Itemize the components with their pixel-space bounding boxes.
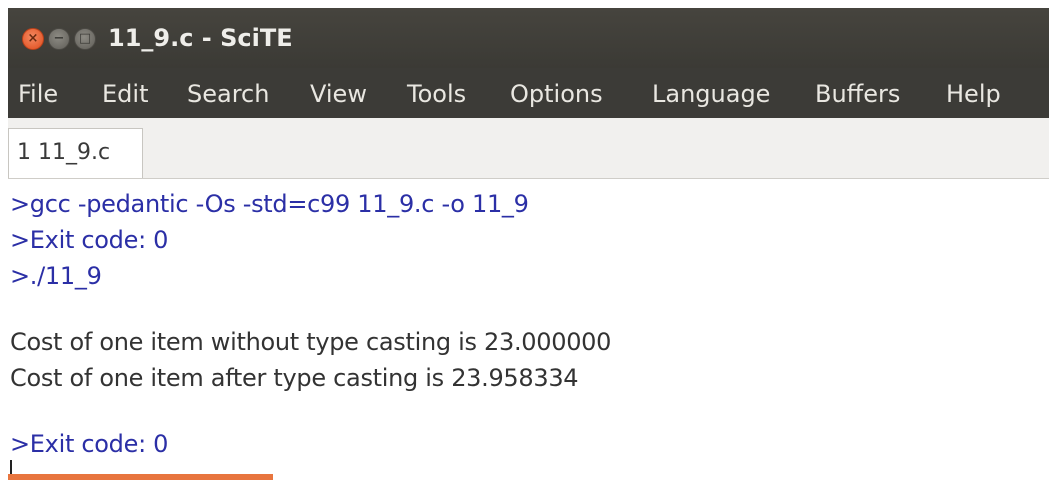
- menu-help[interactable]: Help: [946, 80, 1001, 108]
- output-line-result-2: Cost of one item after type casting is 2…: [10, 364, 579, 392]
- window-title: 11_9.c - SciTE: [108, 24, 293, 52]
- menu-tools[interactable]: Tools: [407, 80, 466, 108]
- menu-options[interactable]: Options: [510, 80, 603, 108]
- tab-11-9-c[interactable]: 1 11_9.c: [8, 128, 143, 178]
- menu-language[interactable]: Language: [652, 80, 770, 108]
- menu-buffers[interactable]: Buffers: [815, 80, 900, 108]
- minimize-button[interactable]: −: [48, 28, 70, 50]
- menu-view[interactable]: View: [310, 80, 367, 108]
- maximize-button[interactable]: □: [74, 28, 96, 50]
- accent-bar: [8, 474, 273, 480]
- output-line-exit-1: >Exit code: 0: [10, 226, 169, 254]
- title-bar[interactable]: × − □ 11_9.c - SciTE: [8, 8, 1049, 68]
- output-line-exit-2: >Exit code: 0: [10, 430, 169, 458]
- tab-bar: 1 11_9.c: [8, 118, 1049, 289]
- menu-edit[interactable]: Edit: [102, 80, 148, 108]
- menu-search[interactable]: Search: [187, 80, 269, 108]
- maximize-icon: □: [78, 31, 92, 46]
- minimize-icon: −: [53, 31, 65, 46]
- output-line-run: >./11_9: [10, 262, 102, 290]
- menu-file[interactable]: File: [18, 80, 58, 108]
- output-pane[interactable]: >gcc -pedantic -Os -std=c99 11_9.c -o 11…: [8, 180, 1049, 480]
- scite-window: × − □ 11_9.c - SciTE File Edit Search Vi…: [8, 8, 1049, 480]
- close-icon: ×: [27, 31, 39, 46]
- output-line-result-1: Cost of one item without type casting is…: [10, 328, 612, 356]
- menu-bar: File Edit Search View Tools Options Lang…: [8, 68, 1049, 118]
- tab-label: 1 11_9.c: [17, 140, 111, 165]
- output-line-compile: >gcc -pedantic -Os -std=c99 11_9.c -o 11…: [10, 190, 529, 218]
- close-button[interactable]: ×: [22, 28, 44, 50]
